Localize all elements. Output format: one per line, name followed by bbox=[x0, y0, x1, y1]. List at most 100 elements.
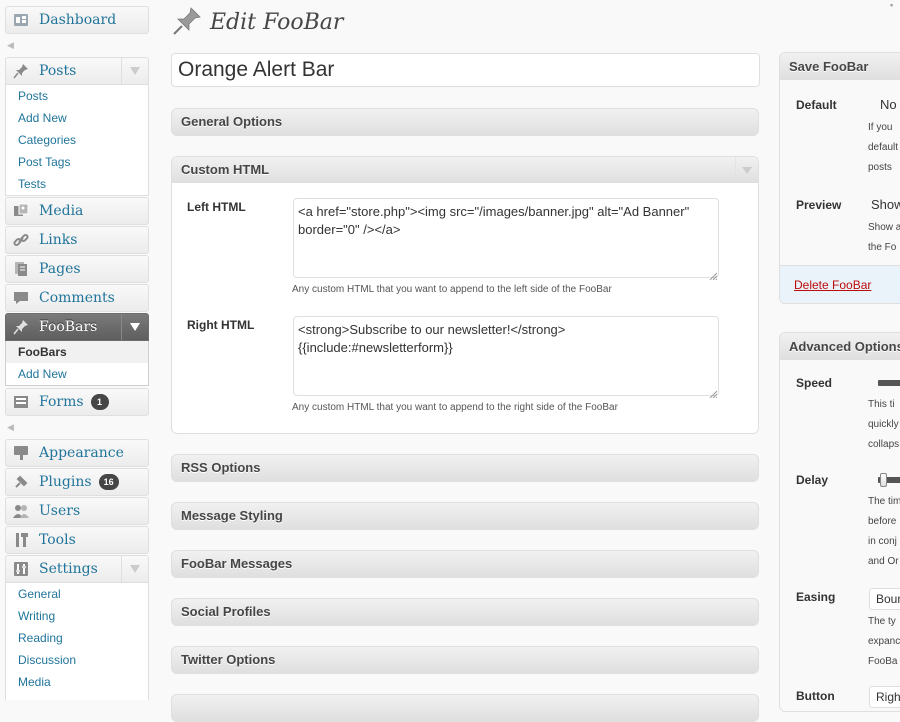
left-html-textarea[interactable] bbox=[293, 198, 719, 278]
submenu-media-settings[interactable]: Media bbox=[6, 671, 148, 693]
menu-pages[interactable]: Pages bbox=[5, 255, 149, 283]
menu-label: Tools bbox=[39, 532, 76, 548]
separator-arrow-icon: ◀ bbox=[7, 422, 14, 432]
pushpin-icon bbox=[172, 6, 202, 39]
foobars-submenu: FooBars Add New bbox=[5, 341, 149, 386]
desc-line: collaps bbox=[868, 439, 900, 450]
pages-icon bbox=[12, 260, 30, 278]
chevron-down-icon[interactable] bbox=[121, 314, 148, 340]
media-icon bbox=[12, 202, 30, 220]
submenu-writing[interactable]: Writing bbox=[6, 605, 148, 627]
right-html-textarea[interactable] bbox=[293, 316, 719, 396]
easing-label: Easing bbox=[796, 590, 836, 604]
menu-tools[interactable]: Tools bbox=[5, 526, 149, 554]
menu-label: FooBars bbox=[39, 319, 98, 335]
message-styling-box[interactable]: Message Styling bbox=[171, 502, 759, 530]
posts-submenu: Posts Add New Categories Post Tags Tests bbox=[5, 85, 149, 196]
twitter-options-box[interactable]: Twitter Options bbox=[171, 646, 759, 674]
box-title: Custom HTML bbox=[181, 162, 270, 177]
desc-line: default bbox=[868, 142, 899, 153]
speed-label: Speed bbox=[796, 376, 833, 390]
delay-slider-handle[interactable] bbox=[880, 473, 887, 487]
save-foobar-box: Save FooBar bbox=[779, 52, 900, 304]
submenu-general[interactable]: General bbox=[6, 583, 148, 605]
default-description: If you default posts bbox=[868, 118, 898, 178]
menu-label: Pages bbox=[39, 261, 81, 277]
menu-foobars[interactable]: FooBars bbox=[5, 313, 149, 341]
preview-value[interactable]: Show bbox=[871, 197, 900, 212]
desc-line: FooBa bbox=[868, 656, 898, 667]
default-value[interactable]: No bbox=[880, 97, 897, 112]
menu-label: Appearance bbox=[39, 445, 124, 461]
chevron-down-icon[interactable] bbox=[735, 157, 758, 183]
delete-foobar-link[interactable]: Delete FooBar bbox=[794, 278, 871, 292]
menu-posts[interactable]: Posts bbox=[5, 57, 149, 85]
menu-label: Users bbox=[39, 503, 81, 519]
box-title[interactable]: FooBar Messages bbox=[172, 551, 758, 577]
box-title[interactable]: Message Styling bbox=[172, 503, 758, 529]
button-label: Button bbox=[796, 689, 835, 703]
separator-arrow-icon: ◀ bbox=[7, 40, 14, 50]
settings-icon bbox=[12, 560, 30, 578]
update-count-badge: 16 bbox=[98, 474, 119, 490]
menu-users[interactable]: Users bbox=[5, 497, 149, 525]
pushpin-icon bbox=[12, 318, 30, 336]
menu-plugins[interactable]: Plugins 16 bbox=[5, 468, 149, 496]
update-count-badge: 1 bbox=[90, 394, 109, 410]
menu-label: Comments bbox=[39, 290, 115, 306]
foobar-messages-box[interactable]: FooBar Messages bbox=[171, 550, 759, 578]
chevron-down-icon[interactable] bbox=[121, 556, 148, 582]
box-title[interactable]: Advanced Options bbox=[780, 333, 900, 360]
box-title[interactable]: Social Profiles bbox=[172, 599, 758, 625]
submenu-foobars[interactable]: FooBars bbox=[6, 341, 148, 363]
default-label: Default bbox=[796, 98, 837, 112]
speed-slider[interactable] bbox=[878, 380, 900, 386]
delay-label: Delay bbox=[796, 473, 829, 487]
dashboard-icon bbox=[12, 11, 30, 29]
social-profiles-box[interactable]: Social Profiles bbox=[171, 598, 759, 626]
menu-media[interactable]: Media bbox=[5, 197, 149, 225]
submenu-add-new-foobar[interactable]: Add New bbox=[6, 363, 148, 385]
preview-description: Show a the Fo bbox=[868, 218, 900, 258]
appearance-icon bbox=[12, 444, 30, 462]
menu-appearance[interactable]: Appearance bbox=[5, 439, 149, 467]
menu-comments[interactable]: Comments bbox=[5, 284, 149, 312]
page-header: Edit FooBar bbox=[172, 4, 343, 40]
general-options-box[interactable]: General Options bbox=[171, 108, 759, 136]
submenu-post-tags[interactable]: Post Tags bbox=[6, 151, 148, 173]
box-title[interactable]: General Options bbox=[172, 109, 758, 135]
box-title[interactable]: Save FooBar bbox=[780, 53, 900, 80]
box-title[interactable]: Twitter Options bbox=[172, 647, 758, 673]
desc-line: and Or bbox=[868, 556, 899, 567]
desc-line: This ti bbox=[868, 399, 895, 410]
desc-line: If you bbox=[868, 122, 893, 133]
menu-forms[interactable]: Forms 1 bbox=[5, 388, 149, 416]
menu-settings[interactable]: Settings bbox=[5, 555, 149, 583]
button-select[interactable]: Righ bbox=[869, 686, 900, 708]
settings-submenu: General Writing Reading Discussion Media bbox=[5, 583, 149, 700]
submenu-discussion[interactable]: Discussion bbox=[6, 649, 148, 671]
menu-links[interactable]: Links bbox=[5, 226, 149, 254]
preview-label: Preview bbox=[796, 198, 842, 212]
box-title[interactable]: RSS Options bbox=[172, 455, 758, 481]
submenu-categories[interactable]: Categories bbox=[6, 129, 148, 151]
menu-label: Settings bbox=[39, 561, 98, 577]
submenu-posts[interactable]: Posts bbox=[6, 85, 148, 107]
left-html-label: Left HTML bbox=[187, 200, 246, 214]
menu-dashboard[interactable]: Dashboard bbox=[5, 6, 149, 34]
submenu-reading[interactable]: Reading bbox=[6, 627, 148, 649]
resize-grip-icon[interactable] bbox=[709, 386, 718, 399]
resize-grip-icon[interactable] bbox=[709, 268, 718, 281]
rss-options-box[interactable]: RSS Options bbox=[171, 454, 759, 482]
close-icon[interactable]: ▪ bbox=[890, 0, 893, 10]
next-options-box[interactable] bbox=[171, 694, 759, 722]
desc-line: in conj bbox=[868, 536, 897, 547]
submenu-add-new-post[interactable]: Add New bbox=[6, 107, 148, 129]
desc-line: Show a bbox=[868, 222, 900, 233]
box-title-bar[interactable]: Custom HTML bbox=[172, 157, 758, 183]
submenu-tests[interactable]: Tests bbox=[6, 173, 148, 195]
desc-line: before bbox=[868, 516, 897, 527]
easing-select[interactable]: Boun bbox=[869, 588, 900, 610]
foobar-title-input[interactable] bbox=[171, 53, 760, 87]
chevron-down-icon[interactable] bbox=[121, 58, 148, 84]
